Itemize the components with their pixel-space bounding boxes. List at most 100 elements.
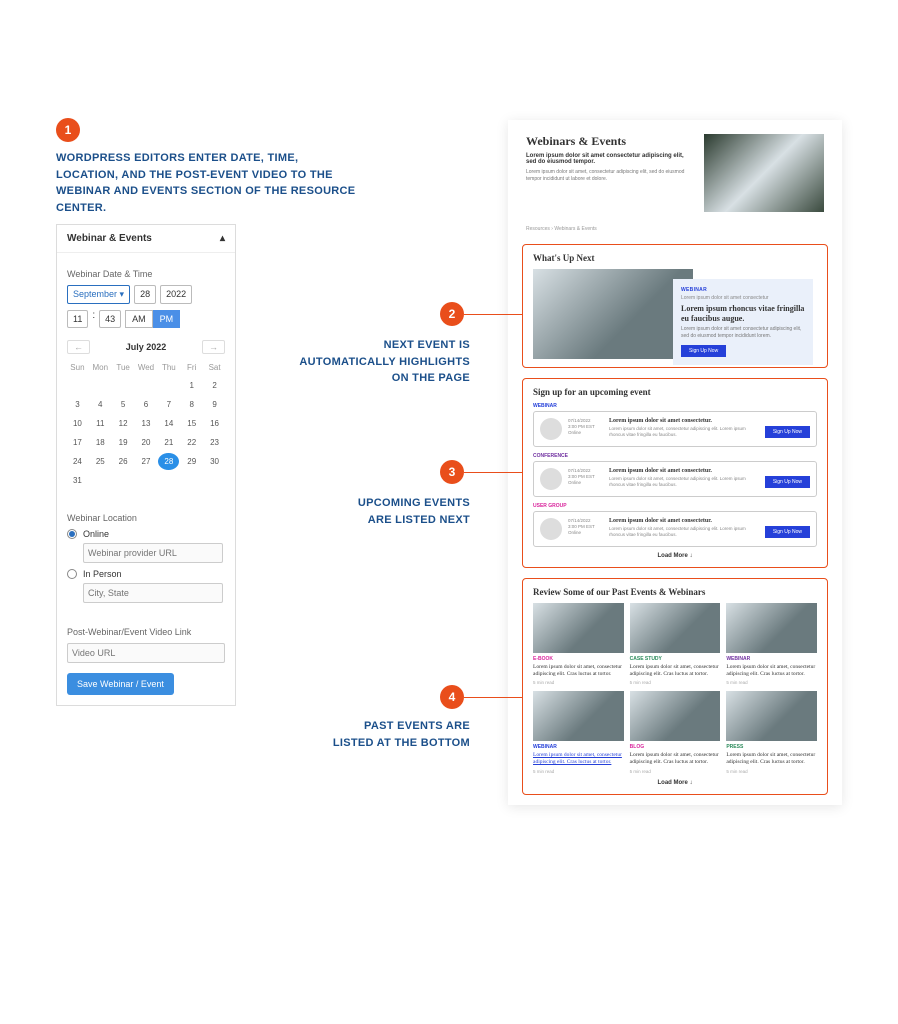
cal-day[interactable]: 22 [181, 434, 202, 451]
card-image [726, 691, 817, 741]
connector-2 [464, 314, 522, 315]
page-intro: Lorem ipsum dolor sit amet, consectetur … [526, 169, 694, 183]
year-input[interactable]: 2022 [160, 285, 192, 304]
calendar-widget: ← July 2022 → SunMonTueWedThuFriSat12345… [67, 340, 225, 489]
event-desc: Lorem ipsum dolor sit amet, consectetur … [609, 476, 759, 489]
month-select[interactable]: September ▾ [67, 285, 130, 304]
page-subtitle: Lorem ipsum dolor sit amet consectetur a… [526, 153, 694, 165]
cal-day[interactable]: 25 [90, 453, 111, 470]
cal-day[interactable]: 3 [67, 396, 88, 413]
past-card[interactable]: E-BOOKLorem ipsum dolor sit amet, consec… [533, 603, 624, 685]
page-title: Webinars & Events [526, 134, 694, 149]
cal-day[interactable]: 14 [158, 415, 179, 432]
cal-day[interactable]: 15 [181, 415, 202, 432]
signup-button[interactable]: Sign Up Now [765, 476, 810, 488]
city-state-input[interactable] [83, 583, 223, 603]
cal-prev-button[interactable]: ← [67, 340, 90, 354]
cal-day[interactable]: 31 [67, 472, 88, 489]
step-badge-3: 3 [440, 460, 464, 484]
chevron-up-icon: ▴ [220, 233, 225, 244]
cal-day[interactable]: 7 [158, 396, 179, 413]
cal-day [158, 377, 179, 394]
card-image [533, 691, 624, 741]
card-image [630, 603, 721, 653]
connector-3 [464, 472, 522, 473]
past-card[interactable]: BLOGLorem ipsum dolor sit amet, consecte… [630, 691, 721, 773]
load-more-button[interactable]: Load More ↓ [533, 553, 817, 559]
caption-2: NEXT EVENT IS AUTOMATICALLY HIGHLIGHTS O… [290, 337, 470, 387]
location-section-label: Webinar Location [67, 513, 225, 523]
cal-day[interactable]: 26 [113, 453, 134, 470]
avatar [540, 518, 562, 540]
cal-day [90, 377, 111, 394]
pm-button[interactable]: PM [153, 310, 181, 328]
online-url-input[interactable] [83, 543, 223, 563]
event-desc: Lorem ipsum dolor sit amet, consectetur … [609, 526, 759, 539]
editor-title: Webinar & Events [67, 233, 152, 244]
next-kicker: Lorem ipsum dolor sit amet consectetur [681, 295, 805, 301]
breadcrumb[interactable]: Resources › Webinars & Events [508, 222, 842, 236]
cal-day[interactable]: 21 [158, 434, 179, 451]
event-desc: Lorem ipsum dolor sit amet, consectetur … [609, 426, 759, 439]
cal-day[interactable]: 8 [181, 396, 202, 413]
past-card[interactable]: WEBINARLorem ipsum dolor sit amet, conse… [533, 691, 624, 773]
cal-day[interactable]: 4 [90, 396, 111, 413]
hour-input[interactable]: 11 [67, 310, 88, 328]
signup-button[interactable]: Sign Up Now [765, 526, 810, 538]
event-card: 07/14/20223:00 PM ESTOnline Lorem ipsum … [533, 461, 817, 497]
load-more-button[interactable]: Load More ↓ [533, 780, 817, 786]
cal-day[interactable]: 24 [67, 453, 88, 470]
cal-day[interactable]: 16 [204, 415, 225, 432]
cal-day [113, 377, 134, 394]
step-badge-4: 4 [440, 685, 464, 709]
cal-day[interactable]: 11 [90, 415, 111, 432]
online-radio[interactable]: Online [67, 529, 225, 539]
cal-day[interactable]: 10 [67, 415, 88, 432]
cal-day[interactable]: 28 [158, 453, 179, 470]
past-card[interactable]: PRESSLorem ipsum dolor sit amet, consect… [726, 691, 817, 773]
cal-day[interactable]: 29 [181, 453, 202, 470]
cal-day[interactable]: 12 [113, 415, 134, 432]
past-card[interactable]: WEBINARLorem ipsum dolor sit amet, conse… [726, 603, 817, 685]
past-card[interactable]: CASE STUDYLorem ipsum dolor sit amet, co… [630, 603, 721, 685]
card-image [533, 603, 624, 653]
cal-day[interactable]: 6 [136, 396, 157, 413]
output-page-preview: Webinars & Events Lorem ipsum dolor sit … [508, 120, 842, 805]
minute-input[interactable]: 43 [99, 310, 121, 328]
cal-day[interactable]: 9 [204, 396, 225, 413]
save-button[interactable]: Save Webinar / Event [67, 673, 174, 695]
day-input[interactable]: 28 [134, 285, 156, 304]
event-card: 07/14/20223:00 PM ESTOnline Lorem ipsum … [533, 511, 817, 547]
cal-dow: Tue [113, 360, 134, 375]
next-category: WEBINAR [681, 287, 805, 293]
step-badge-1: 1 [56, 118, 80, 142]
date-section-label: Webinar Date & Time [67, 269, 225, 279]
cal-day[interactable]: 30 [204, 453, 225, 470]
cal-day[interactable]: 13 [136, 415, 157, 432]
next-heading: What's Up Next [533, 253, 817, 263]
cal-day[interactable]: 23 [204, 434, 225, 451]
next-event-section: What's Up Next WEBINAR Lorem ipsum dolor… [522, 244, 828, 368]
card-image [630, 691, 721, 741]
am-button[interactable]: AM [125, 310, 153, 328]
signup-button[interactable]: Sign Up Now [681, 345, 726, 357]
cal-day[interactable]: 1 [181, 377, 202, 394]
cal-day[interactable]: 18 [90, 434, 111, 451]
cal-dow: Sat [204, 360, 225, 375]
cal-day[interactable]: 20 [136, 434, 157, 451]
inperson-radio[interactable]: In Person [67, 569, 225, 579]
event-meta: 07/14/20223:00 PM ESTOnline [568, 418, 603, 436]
hero-image [704, 134, 824, 212]
cal-day[interactable]: 5 [113, 396, 134, 413]
video-url-input[interactable] [67, 643, 225, 663]
cal-day[interactable]: 2 [204, 377, 225, 394]
event-meta: 07/14/20223:00 PM ESTOnline [568, 468, 603, 486]
signup-button[interactable]: Sign Up Now [765, 426, 810, 438]
connector-4 [464, 697, 522, 698]
avatar [540, 468, 562, 490]
cal-day[interactable]: 17 [67, 434, 88, 451]
cal-day[interactable]: 19 [113, 434, 134, 451]
cal-next-button[interactable]: → [202, 340, 225, 354]
editor-header[interactable]: Webinar & Events ▴ [57, 225, 235, 253]
cal-day[interactable]: 27 [136, 453, 157, 470]
